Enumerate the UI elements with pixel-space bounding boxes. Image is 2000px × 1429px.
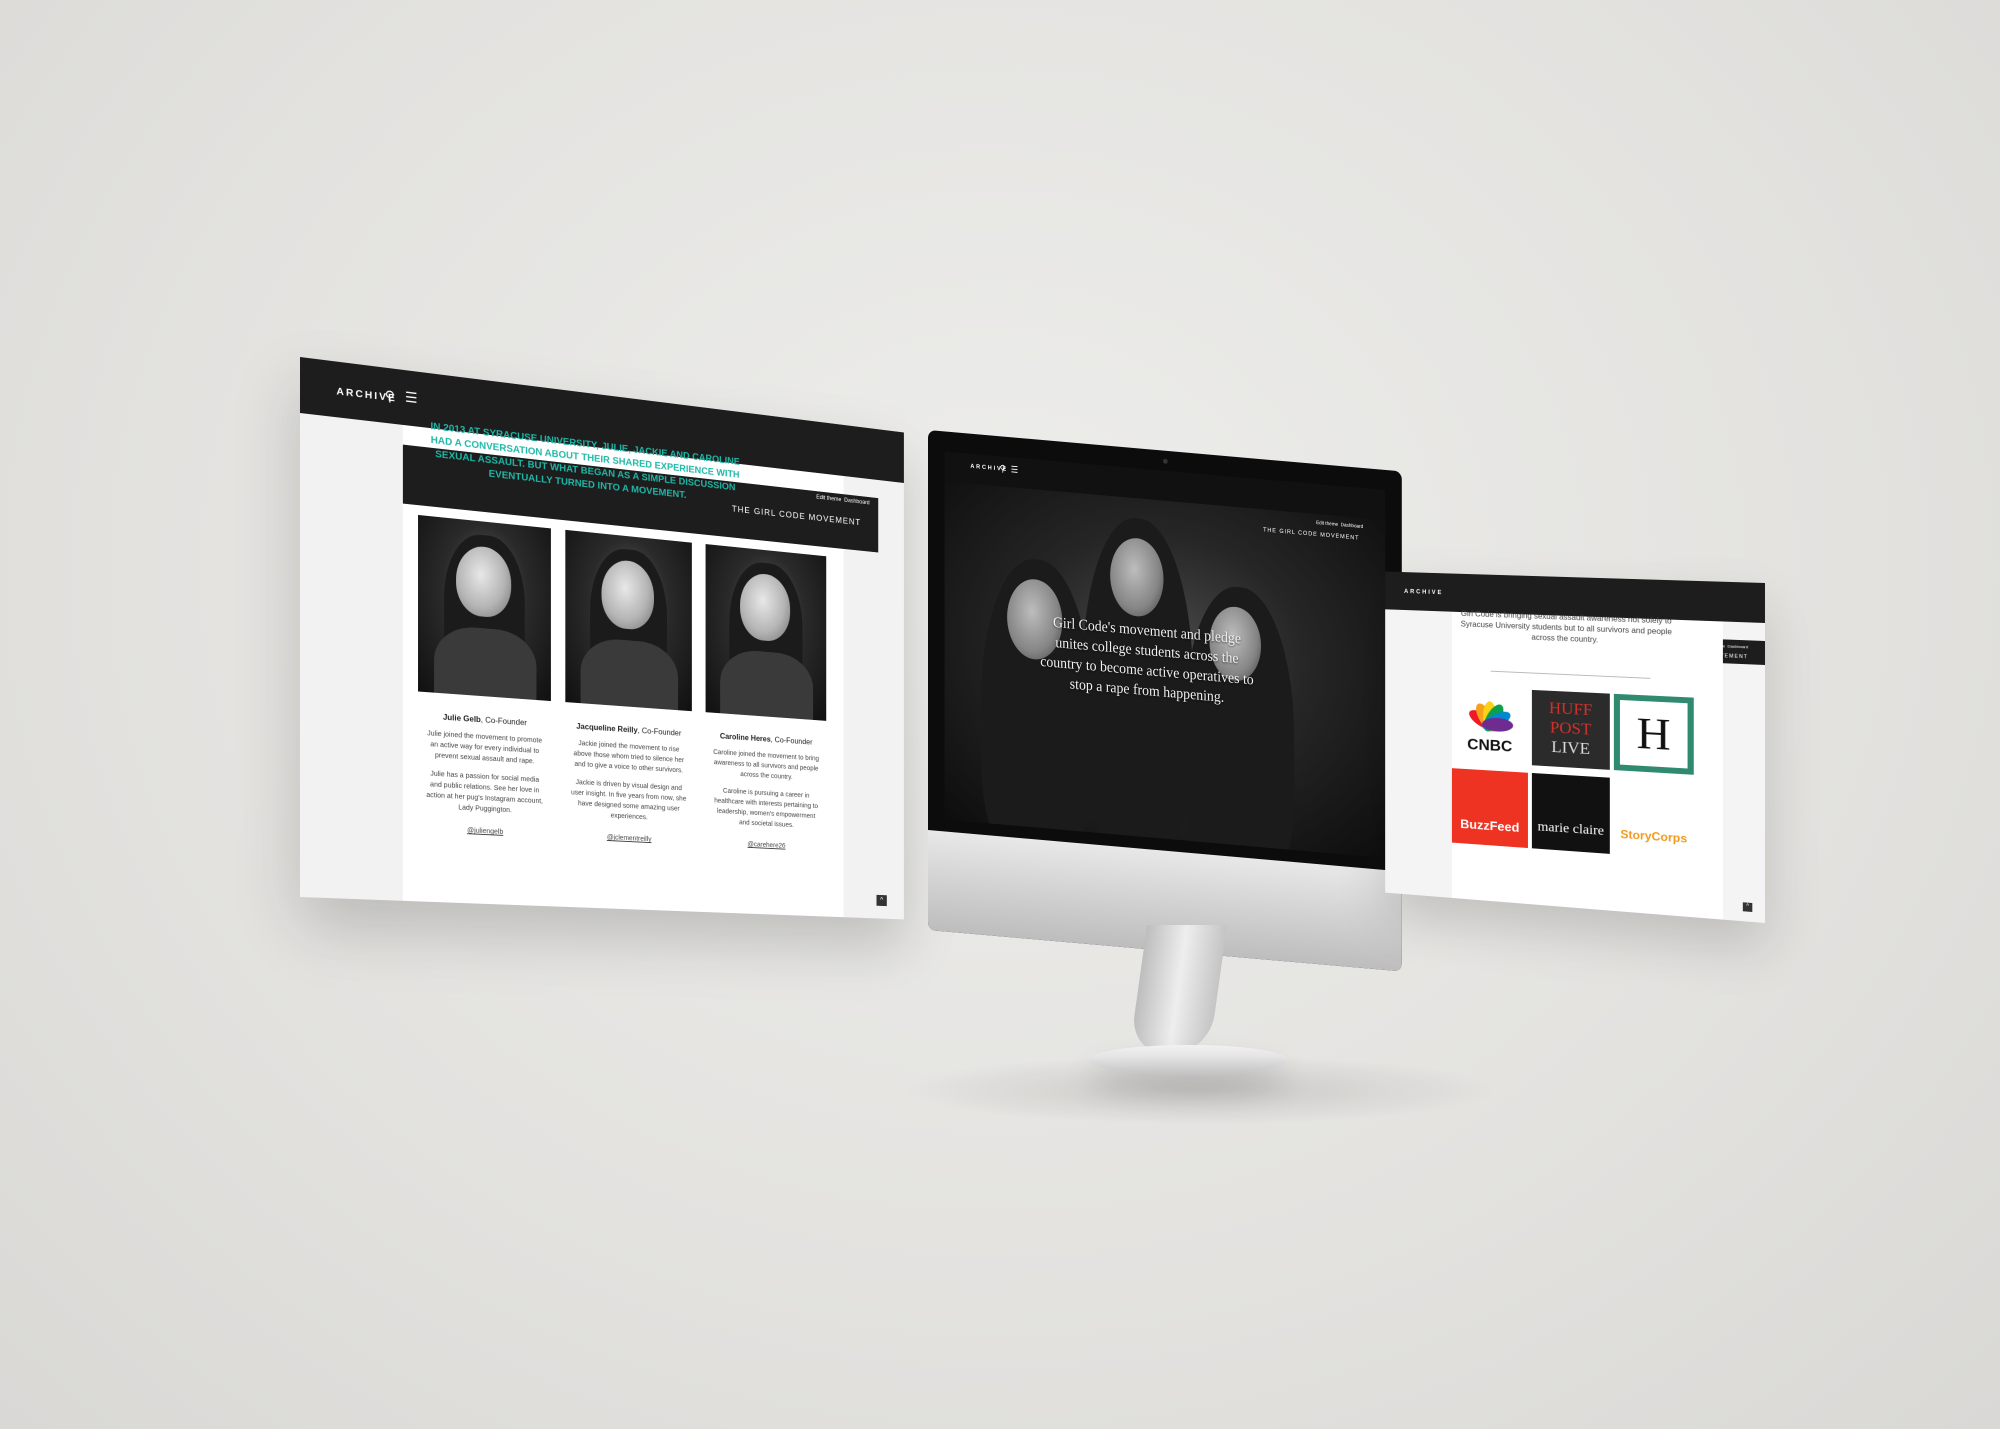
founder-name: Caroline Heres, Co-Founder [719, 731, 813, 747]
about-content: Edit theme Dashboard THE GIRL CODE MOVEM… [402, 421, 887, 918]
h-logo-tile[interactable]: H [1613, 693, 1694, 775]
storycorps-wordmark: StoryCorps [1620, 827, 1688, 846]
huffpost-line-3: LIVE [1551, 737, 1591, 758]
buzzfeed-wordmark: BuzzFeed [1460, 816, 1520, 835]
huffpost-live-logo-tile[interactable]: HUFF POST LIVE [1531, 689, 1610, 770]
founder-bio: Julie joined the movement to promote an … [427, 730, 543, 766]
press-intro: Girl Code is bringing sexual assault awa… [1460, 609, 1672, 645]
founder-card-julie: Julie Gelb, Co-Founder Julie joined the … [418, 514, 551, 838]
press-content: Girl Code is bringing sexual assault awa… [1451, 609, 1723, 920]
monitor-bezel: ARCHIVE ⚲ ☰ Girl Code's movement and ple… [928, 430, 1402, 972]
founder-bio-2: Julie has a passion for social media and… [426, 770, 543, 815]
founder-photo [565, 529, 692, 712]
back-to-top-button[interactable]: ^ [1742, 902, 1753, 913]
press-logo-grid: CNBC HUFF POST LIVE H BuzzFeed marie cla… [1451, 686, 1702, 860]
storycorps-logo-tile[interactable]: StoryCorps [1613, 777, 1694, 860]
h-wordmark: H [1636, 707, 1671, 760]
search-icon[interactable]: ⚲ [385, 387, 395, 404]
buzzfeed-logo-tile[interactable]: BuzzFeed [1451, 768, 1528, 849]
founder-bio-2: Jackie is driven by visual design and us… [571, 779, 687, 822]
founder-handle-link[interactable]: @juliengelb [418, 825, 551, 838]
press-page-window: ARCHIVE Edit theme Dashboard THE GIRL CO… [1385, 571, 1765, 923]
about-page-window: ARCHIVE ⚲ ☰ Edit theme Dashboard THE GIR… [300, 357, 904, 920]
founder-bio: Caroline joined the movement to bring aw… [713, 749, 819, 781]
dashboard-link[interactable]: Dashboard [1728, 644, 1749, 650]
left-screen: ARCHIVE ⚲ ☰ Edit theme Dashboard THE GIR… [300, 357, 904, 920]
desktop-monitor: ARCHIVE ⚲ ☰ Girl Code's movement and ple… [928, 430, 1443, 1075]
founder-handle-link[interactable]: @carehere26 [706, 839, 827, 851]
peacock-icon [1466, 700, 1514, 735]
right-screen: ARCHIVE Edit theme Dashboard THE GIRL CO… [1385, 571, 1765, 923]
floor-shadow [900, 1055, 1500, 1125]
founder-bio: Jackie joined the movement to rise above… [573, 740, 685, 775]
back-to-top-button[interactable]: ^ [876, 894, 887, 907]
hamburger-menu-icon[interactable]: ☰ [405, 389, 418, 406]
hamburger-menu-icon[interactable]: ☰ [1011, 464, 1018, 475]
cnbc-wordmark: CNBC [1467, 736, 1513, 756]
marie-claire-wordmark: marie claire [1537, 819, 1604, 839]
home-page-window: ARCHIVE ⚲ ☰ Girl Code's movement and ple… [944, 451, 1386, 859]
founder-card-caroline: Caroline Heres, Co-Founder Caroline join… [705, 544, 827, 852]
founder-handle-link[interactable]: @jclementreilly [565, 832, 692, 845]
webcam [1162, 458, 1168, 464]
founder-name: Jacqueline Reilly, Co-Founder [576, 721, 682, 738]
founder-photo [705, 544, 827, 721]
founder-card-jackie: Jacqueline Reilly, Co-Founder Jackie joi… [565, 529, 692, 845]
section-divider [1490, 670, 1651, 679]
founder-photo [418, 514, 551, 702]
cnbc-logo-tile[interactable]: CNBC [1451, 686, 1528, 766]
founder-bio-2: Caroline is pursuing a career in healthc… [714, 787, 818, 829]
search-icon[interactable]: ⚲ [1000, 463, 1006, 474]
mockup-stage: ARCHIVE ⚲ ☰ Edit theme Dashboard THE GIR… [0, 0, 2000, 1429]
founder-name: Julie Gelb, Co-Founder [442, 712, 527, 728]
archive-logo[interactable]: ARCHIVE [1404, 589, 1443, 596]
marie-claire-logo-tile[interactable]: marie claire [1531, 772, 1610, 854]
